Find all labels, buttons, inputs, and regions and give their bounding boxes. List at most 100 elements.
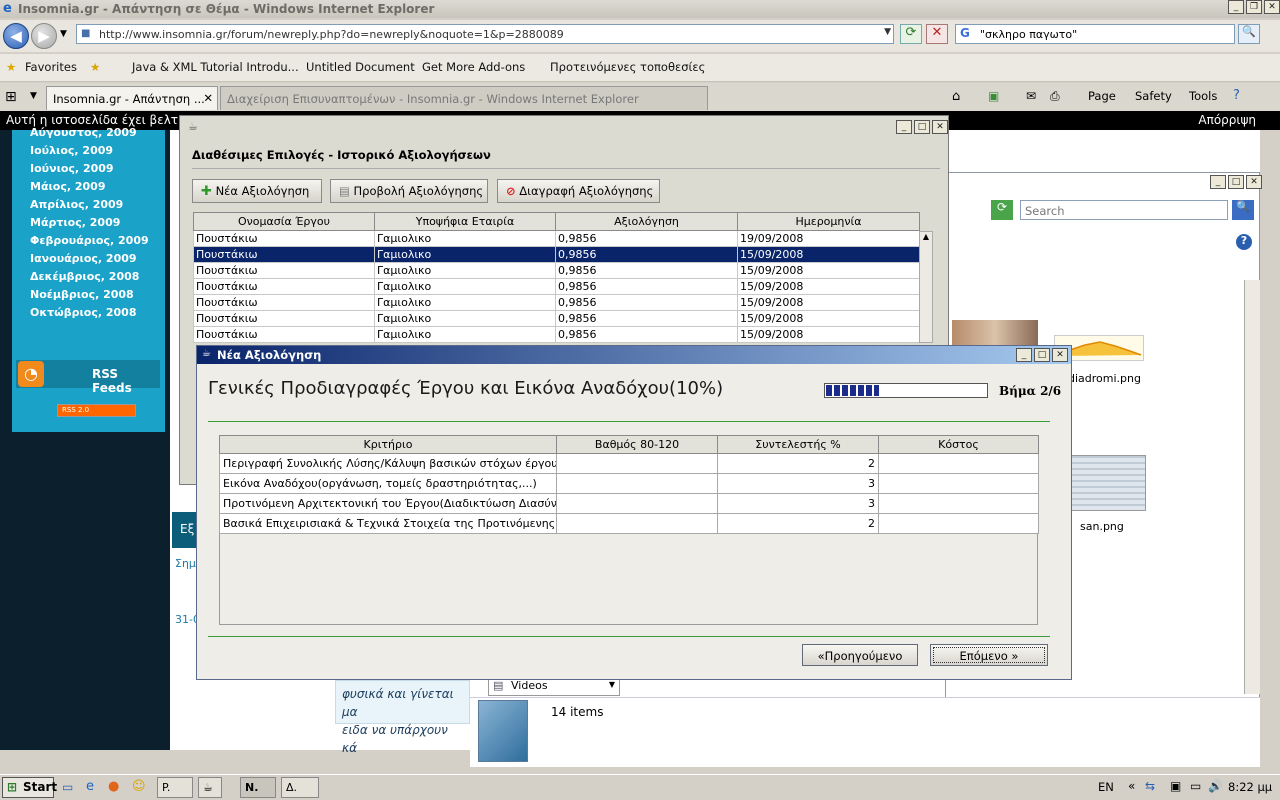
archive-item[interactable]: Μάιος, 2009 (30, 180, 106, 193)
column-header[interactable]: Κόστος (878, 435, 1039, 454)
monitor-icon[interactable]: ▭ (1190, 779, 1201, 793)
column-header[interactable]: Συντελεστής % (717, 435, 879, 454)
search-icon[interactable]: 🔍 (1232, 200, 1254, 220)
minimize-button[interactable]: _ (1016, 348, 1032, 362)
minimize-button[interactable]: _ (1210, 175, 1226, 189)
explorer-search-input[interactable]: Search (1020, 200, 1228, 220)
favorite-link-addons[interactable]: Get More Add-ons (422, 60, 525, 74)
close-tab-icon[interactable]: ✕ (203, 91, 213, 105)
usb-icon[interactable]: ▣ (1170, 779, 1181, 793)
previous-button[interactable]: «Προηγούμενο (802, 644, 918, 666)
column-header[interactable]: Ημερομηνία (737, 212, 920, 231)
minimize-button[interactable]: _ (896, 120, 912, 134)
table-row[interactable]: Πουστάκιω Γαμιολικο 0,9856 15/09/2008 (193, 262, 920, 279)
table-row[interactable]: Πουστάκιω Γαμιολικο 0,9856 15/09/2008 (193, 278, 920, 295)
archive-item[interactable]: Μάρτιος, 2009 (30, 216, 120, 229)
rss-feeds-box[interactable]: ◔ RSS Feeds (16, 360, 160, 395)
favorite-link-untitled[interactable]: Untitled Document (306, 60, 415, 74)
table-row[interactable]: Πουστάκιω Γαμιολικο 0,9856 15/09/2008 (193, 246, 920, 263)
search-input[interactable]: G "σκληρο παγωτο" (955, 24, 1235, 44)
messenger-icon[interactable]: ☺ (132, 779, 146, 794)
archive-item[interactable]: Ιούνιος, 2009 (30, 162, 114, 175)
column-header[interactable]: Βαθμός 80-120 (556, 435, 718, 454)
table-cell[interactable] (556, 493, 718, 514)
language-indicator[interactable]: EN (1098, 780, 1114, 794)
archive-item[interactable]: Δεκέμβριος, 2008 (30, 270, 139, 283)
table-cell[interactable] (556, 453, 718, 474)
table-row[interactable]: Πουστάκιω Γαμιολικο 0,9856 15/09/2008 (193, 326, 920, 343)
address-input[interactable]: ■ http://www.insomnia.gr/forum/newreply.… (76, 24, 894, 44)
close-button[interactable]: ✕ (1052, 348, 1068, 362)
back-button[interactable]: ◀ (3, 23, 29, 49)
tab-list-dropdown-icon[interactable]: ▼ (30, 91, 37, 101)
archive-item[interactable]: Ιανουάριος, 2009 (30, 252, 137, 265)
column-header[interactable]: Κριτήριο (219, 435, 557, 454)
archive-item[interactable]: Απρίλιος, 2009 (30, 198, 123, 211)
maximize-button[interactable]: □ (914, 120, 930, 134)
table-row[interactable]: Περιγραφή Συνολικής Λύσης/Κάλυψη βασικών… (219, 453, 1039, 474)
taskbar-item[interactable]: P. (157, 777, 193, 798)
show-desktop-icon[interactable]: ▭ (62, 780, 73, 794)
column-header[interactable]: Αξιολόγηση (555, 212, 738, 231)
quick-tabs-icon[interactable]: ⊞ (5, 89, 17, 105)
close-button[interactable]: ✕ (1246, 175, 1262, 189)
table-row[interactable]: Προτινόμενη Αρχιτεκτονική του Έργου(Διαδ… (219, 493, 1039, 514)
infobar-dismiss[interactable]: Απόρριψη (1198, 113, 1256, 127)
favorite-link-suggested[interactable]: Προτεινόμενες τοποθεσίες (550, 60, 705, 74)
archive-item[interactable]: Νοέμβριος, 2008 (30, 288, 134, 301)
table-cell[interactable] (878, 513, 1039, 534)
archive-item[interactable]: Οκτώβριος, 2008 (30, 306, 136, 319)
table-cell[interactable] (878, 453, 1039, 474)
table-row[interactable]: Βασικά Επιχειρισιακά & Τεχνικά Στοιχεία … (219, 513, 1039, 534)
close-button[interactable]: ✕ (1264, 0, 1280, 14)
network-icon[interactable]: ⇆ (1145, 779, 1155, 793)
taskbar-item[interactable]: N. (240, 777, 276, 798)
table-row[interactable]: Πουστάκιω Γαμιολικο 0,9856 15/09/2008 (193, 294, 920, 311)
archive-item[interactable]: Φεβρουάριος, 2009 (30, 234, 149, 247)
view-evaluation-button[interactable]: ▤ Προβολή Αξιολόγησης (330, 179, 488, 203)
favorites-button[interactable]: Favorites (25, 60, 77, 74)
volume-icon[interactable]: 🔊 (1208, 779, 1223, 793)
column-header[interactable]: Ονομασία Έργου (193, 212, 375, 231)
feeds-icon[interactable]: ▣ (988, 89, 999, 103)
taskbar-item[interactable]: Δ. (281, 777, 319, 798)
table-row[interactable]: Εικόνα Αναδόχου(οργάνωση, τομείς δραστηρ… (219, 473, 1039, 494)
history-scrollbar[interactable]: ▲ (919, 231, 933, 343)
column-header[interactable]: Υποψήφια Εταιρία (374, 212, 556, 231)
archive-item[interactable]: Αύγουστος, 2009 (30, 126, 137, 139)
firefox-icon[interactable]: ● (108, 779, 119, 794)
image-thumbnail[interactable] (952, 320, 1038, 348)
table-cell[interactable] (556, 513, 718, 534)
image-thumbnail[interactable] (1070, 455, 1146, 511)
refresh-icon[interactable]: ⟳ (991, 200, 1013, 220)
maximize-button[interactable]: □ (1228, 175, 1244, 189)
tab-attachments[interactable]: Διαχείριση Επισυναπτομένων - Insomnia.gr… (220, 86, 708, 110)
table-cell[interactable] (878, 473, 1039, 494)
taskbar-item-java[interactable]: ☕ (198, 777, 222, 798)
forward-button[interactable]: ▶ (31, 23, 57, 49)
table-row[interactable]: Πουστάκιω Γαμιολικο 0,9856 15/09/2008 (193, 310, 920, 327)
close-button[interactable]: ✕ (932, 120, 948, 134)
search-go-icon[interactable]: 🔍 (1238, 24, 1260, 44)
restore-button[interactable]: ❐ (1246, 0, 1262, 14)
recent-pages-dropdown-icon[interactable]: ▼ (60, 29, 67, 39)
tab-insomnia[interactable]: Insomnia.gr - Απάντηση ... ✕ (46, 86, 218, 110)
maximize-button[interactable]: □ (1034, 348, 1050, 362)
tools-menu[interactable]: Tools (1189, 89, 1217, 103)
mail-icon[interactable]: ✉ (1026, 89, 1036, 103)
favorite-link-java[interactable]: Java & XML Tutorial Introdu... (132, 60, 299, 74)
rss-badge[interactable]: RSS 2.0 (57, 404, 136, 417)
table-row[interactable]: Πουστάκιω Γαμιολικο 0,9856 19/09/2008 (193, 230, 920, 247)
help-icon[interactable]: ? (1236, 234, 1252, 250)
home-icon[interactable]: ⌂ (952, 89, 960, 104)
page-menu[interactable]: Page (1088, 89, 1116, 103)
table-cell[interactable] (556, 473, 718, 494)
next-button[interactable]: Επόμενο » (930, 644, 1048, 666)
table-cell[interactable] (878, 493, 1039, 514)
chevron-down-icon[interactable]: ▼ (609, 680, 615, 689)
file-name[interactable]: san.png (1080, 520, 1124, 533)
add-favorite-icon[interactable]: ★ (90, 60, 100, 74)
file-name[interactable]: diadromi.png (1068, 372, 1141, 385)
refresh-button[interactable]: ⟳ (900, 24, 922, 44)
start-button[interactable]: ⊞ Start (2, 777, 57, 798)
